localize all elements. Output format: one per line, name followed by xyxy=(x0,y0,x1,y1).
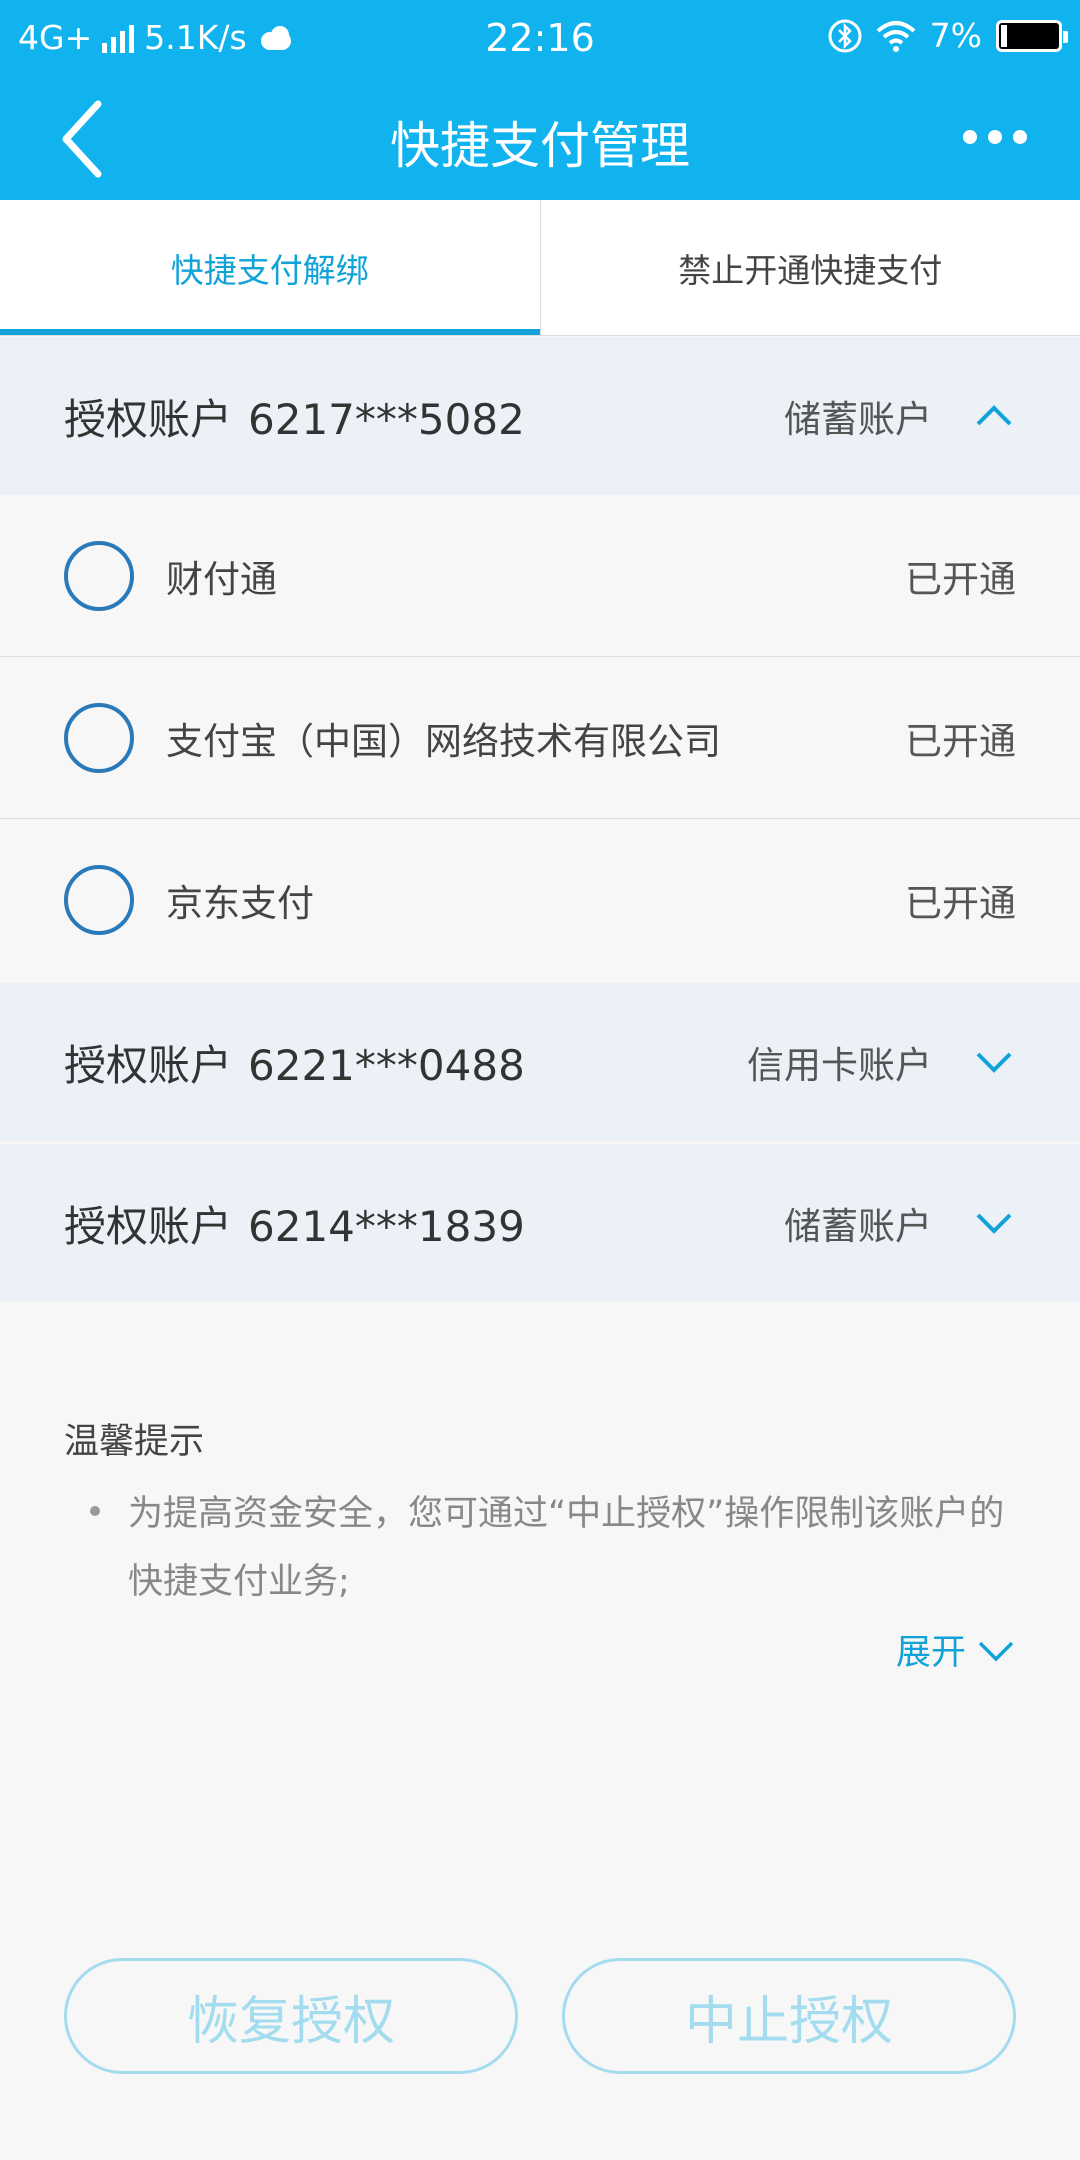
chevron-down-icon xyxy=(978,1641,1014,1661)
battery-percent: 7% xyxy=(929,16,982,55)
status-label: 已开通 xyxy=(905,882,1016,925)
account-title: 授权账户 6214***1839 xyxy=(64,1193,784,1254)
account-header[interactable]: 授权账户 6214***1839 储蓄账户 xyxy=(0,1144,1080,1302)
list-item[interactable]: 京东支付 已开通 xyxy=(0,819,1080,981)
tab-disable-quick-pay[interactable]: 禁止开通快捷支付 xyxy=(539,200,1080,335)
list-item[interactable]: 支付宝（中国）网络技术有限公司 已开通 xyxy=(0,657,1080,819)
account-type: 储蓄账户 xyxy=(784,398,932,441)
status-bar: 4G+ 5.1K/s 22:16 7% xyxy=(0,0,1080,76)
payment-provider-name: 京东支付 xyxy=(166,882,314,925)
account-type: 储蓄账户 xyxy=(784,1205,932,1248)
account-header[interactable]: 授权账户 6221***0488 信用卡账户 xyxy=(0,983,1080,1141)
account-number: 6221***0488 xyxy=(248,1040,525,1090)
page-title: 快捷支付管理 xyxy=(390,117,690,175)
account-label: 授权账户 xyxy=(64,394,233,444)
account-header[interactable]: 授权账户 6217***5082 储蓄账户 xyxy=(0,337,1080,495)
expand-link[interactable]: 展开 xyxy=(896,1624,1016,1675)
tab-unbind-quick-pay[interactable]: 快捷支付解绑 xyxy=(0,200,540,335)
expand-label: 展开 xyxy=(895,1633,966,1673)
account-number: 6214***1839 xyxy=(248,1201,525,1251)
chevron-down-icon[interactable] xyxy=(972,1201,1016,1245)
bluetooth-icon xyxy=(828,19,862,52)
radio-button[interactable] xyxy=(64,702,134,773)
tab-label: 禁止开通快捷支付 xyxy=(678,250,943,290)
tab-bar: 快捷支付解绑 禁止开通快捷支付 xyxy=(0,200,1080,336)
radio-button[interactable] xyxy=(64,865,134,935)
account-number: 6217***5082 xyxy=(248,394,525,444)
status-label: 已开通 xyxy=(905,719,1016,763)
tab-label: 快捷支付解绑 xyxy=(170,250,369,290)
tips-title: 温馨提示 xyxy=(64,1422,205,1462)
nav-bar: 快捷支付管理 xyxy=(0,76,1080,200)
list-item[interactable]: 财付通 已开通 xyxy=(0,495,1080,657)
chevron-down-icon[interactable] xyxy=(972,1040,1016,1084)
account-title: 授权账户 6221***0488 xyxy=(64,1032,747,1093)
restore-authorization-button[interactable]: 恢复授权 xyxy=(64,1958,518,2074)
account-title: 授权账户 6217***5082 xyxy=(64,386,784,447)
chevron-up-icon[interactable] xyxy=(972,394,1016,438)
tips-text: 为提高资金安全，您可通过“中止授权”操作限制该账户的快捷支付业务; xyxy=(128,1494,1005,1602)
account-type: 信用卡账户 xyxy=(747,1044,932,1087)
suspend-authorization-button[interactable]: 中止授权 xyxy=(562,1958,1016,2074)
radio-button[interactable] xyxy=(64,540,134,611)
account-label: 授权账户 xyxy=(64,1040,233,1090)
account-label: 授权账户 xyxy=(64,1201,233,1251)
payment-provider-name: 财付通 xyxy=(166,557,277,601)
bullet-icon xyxy=(90,1506,100,1516)
payment-provider-name: 支付宝（中国）网络技术有限公司 xyxy=(166,719,721,763)
wifi-icon xyxy=(876,20,915,52)
battery-icon xyxy=(996,19,1068,52)
status-label: 已开通 xyxy=(905,557,1016,601)
more-options-icon[interactable] xyxy=(950,112,1040,162)
active-tab-indicator xyxy=(0,329,540,335)
